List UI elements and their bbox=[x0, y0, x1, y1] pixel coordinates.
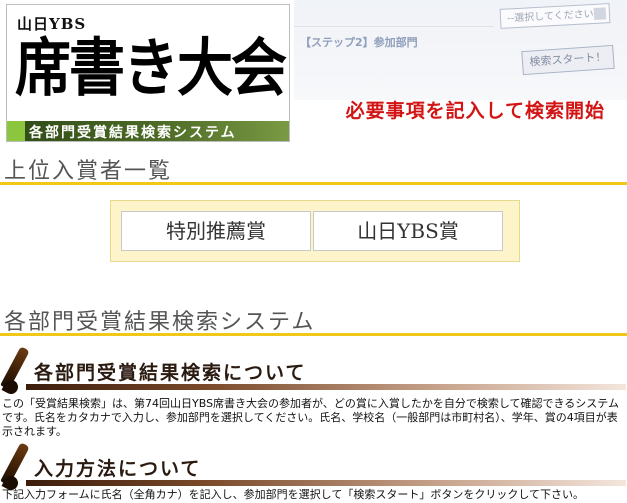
banner-tagline: 必要事項を記入して検索開始 bbox=[345, 100, 605, 122]
preview-select-text: --選択してください-- bbox=[506, 8, 602, 25]
preview-divider bbox=[294, 26, 494, 27]
preview-step-label: 【ステップ2】参加部門 bbox=[300, 36, 418, 49]
event-title-logo: 席書き大会 bbox=[15, 31, 287, 106]
ybs-award-link[interactable]: 山日YBS賞 bbox=[313, 211, 503, 251]
search-system-heading: 各部門受賞結果検索システム bbox=[4, 310, 316, 335]
preview-select: --選択してください-- bbox=[499, 3, 611, 29]
ranking-heading: 上位入賞者一覧 bbox=[4, 159, 173, 184]
about-subheading-underline bbox=[26, 384, 626, 390]
chevron-down-icon bbox=[593, 7, 607, 20]
input-method-subheading: 入力方法について bbox=[0, 442, 627, 493]
awards-panel: 特別推薦賞 山日YBS賞 bbox=[110, 200, 520, 262]
about-subheading: 各部門受賞結果検索について bbox=[0, 346, 627, 397]
banner-illustration: 【ステップ2】参加部門 --選択してください-- 検索スタート！ 必要事項を記入… bbox=[290, 0, 627, 144]
special-recommendation-award-link[interactable]: 特別推薦賞 bbox=[121, 211, 311, 251]
input-method-subheading-label: 入力方法について bbox=[34, 458, 202, 480]
site-banner: 山日YBS 席書き大会 各部門受賞結果検索システム 【ステップ2】参加部門 --… bbox=[0, 0, 627, 144]
subtitle-accent-tab bbox=[7, 121, 25, 141]
banner-logo-area: 山日YBS 席書き大会 各部門受賞結果検索システム bbox=[6, 4, 290, 142]
form-preview-image: 【ステップ2】参加部門 --選択してください-- 検索スタート！ bbox=[294, 0, 627, 100]
input-method-description: 下記入力フォームに氏名（全角カナ）を記入し、参加部門を選択して「検索スタート」ボ… bbox=[2, 488, 585, 501]
search-system-rule bbox=[0, 333, 627, 336]
banner-subtitle-bar: 各部門受賞結果検索システム bbox=[7, 121, 289, 141]
input-method-subheading-underline bbox=[26, 480, 626, 486]
about-description: この「受賞結果検索」は、第74回山日YBS席書き大会の参加者が、どの賞に入賞した… bbox=[2, 397, 619, 438]
about-subheading-label: 各部門受賞結果検索について bbox=[34, 362, 307, 384]
preview-search-button: 検索スタート！ bbox=[521, 44, 615, 76]
banner-subtitle: 各部門受賞結果検索システム bbox=[29, 125, 237, 141]
ranking-rule bbox=[0, 182, 627, 185]
